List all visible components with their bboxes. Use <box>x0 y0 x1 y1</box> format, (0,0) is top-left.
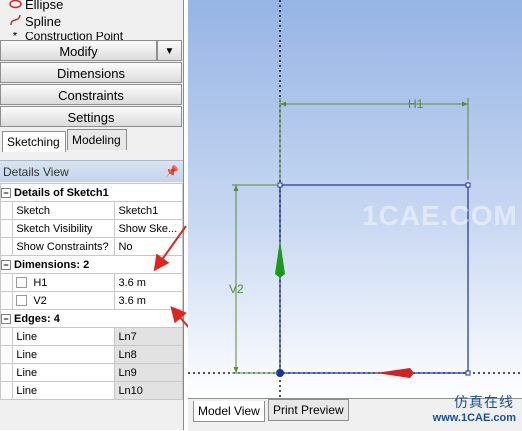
v2-arrow-top <box>233 185 239 191</box>
h1-arrow-left <box>280 101 286 107</box>
watermark-url-text: www.1CAE.com <box>432 412 516 424</box>
watermark-cn-text: 仿真在线 <box>454 394 514 410</box>
annotation-arrow-h1 <box>153 225 187 272</box>
watermark-center: 1CAE.COM <box>362 200 518 231</box>
h1-dimension-label[interactable]: H1 <box>408 97 424 111</box>
h1-arrow-right <box>462 101 468 107</box>
tab-print-preview[interactable]: Print Preview <box>268 399 349 421</box>
vertex-point[interactable] <box>277 182 283 188</box>
graphics-viewport[interactable]: H1 V2 1CAE.COM <box>188 0 522 400</box>
watermark-logo: 仿真在线 www.1CAE.com <box>400 392 522 430</box>
tab-model-view[interactable]: Model View <box>193 401 265 422</box>
y-axis-arrow <box>275 240 285 278</box>
vertex-point[interactable] <box>465 370 471 376</box>
v2-dimension-label[interactable]: V2 <box>229 282 244 296</box>
v2-arrow-bottom <box>233 367 239 373</box>
x-axis-arrow <box>376 368 414 378</box>
vertex-point[interactable] <box>465 182 471 188</box>
